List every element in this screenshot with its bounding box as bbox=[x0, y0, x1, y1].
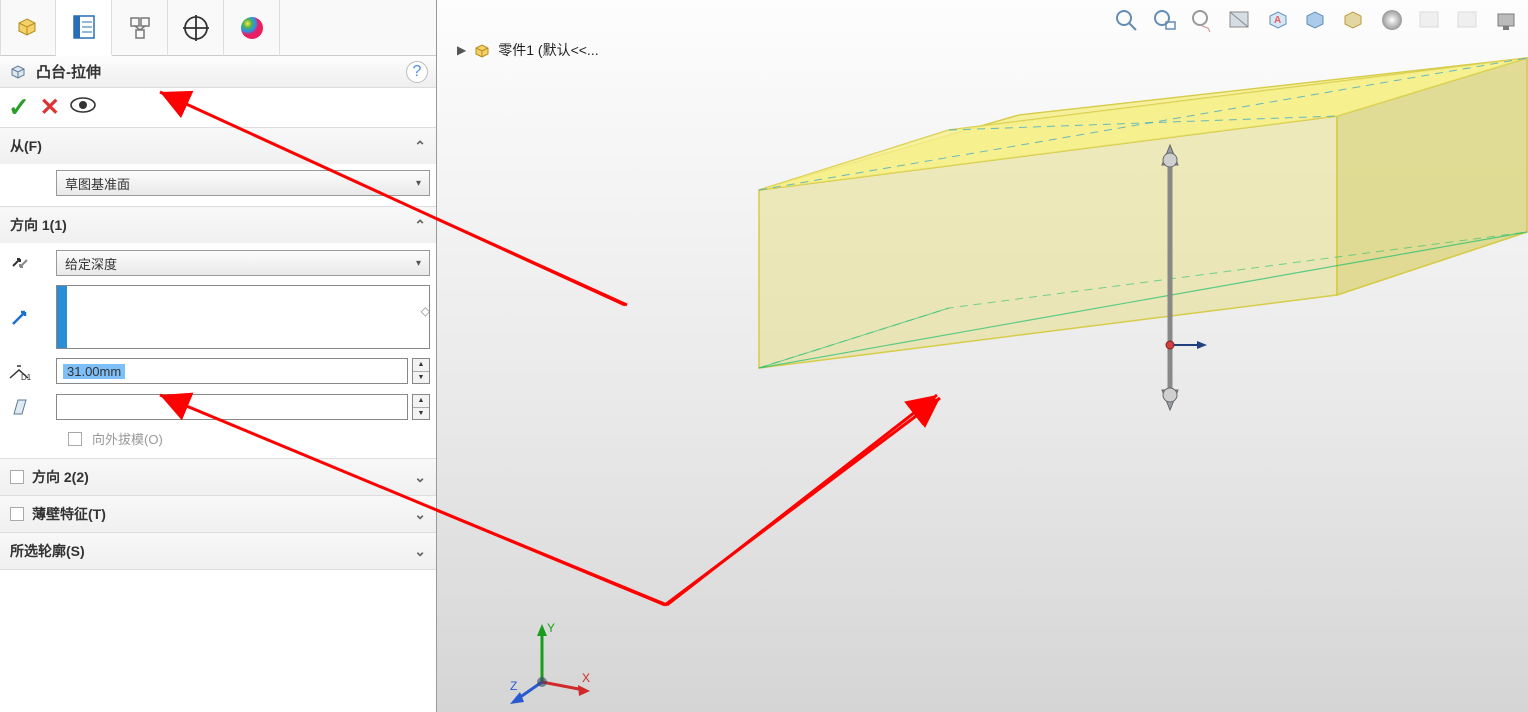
feature-title: 凸台-拉伸 bbox=[36, 61, 101, 82]
chevron-down-icon: ⌄ bbox=[414, 506, 426, 523]
reverse-direction-button[interactable] bbox=[6, 249, 34, 277]
extrude-icon bbox=[8, 61, 30, 83]
draft-outward-label: 向外拔模(O) bbox=[92, 429, 163, 448]
draft-input[interactable] bbox=[56, 394, 408, 420]
section-contours-header[interactable]: 所选轮廓(S) ⌄ bbox=[0, 533, 436, 569]
chevron-up-icon: ⌃ bbox=[414, 217, 426, 234]
pin-icon[interactable]: ◇ bbox=[421, 304, 430, 318]
direction-vector-icon bbox=[6, 303, 34, 331]
depth-icon: D1 bbox=[6, 357, 34, 385]
triad-z-label: Z bbox=[510, 679, 517, 693]
svg-text:D1: D1 bbox=[21, 373, 32, 382]
section-from-label: 从(F) bbox=[10, 136, 42, 156]
section-dir1-header[interactable]: 方向 1(1) ⌃ bbox=[0, 207, 436, 243]
section-dir1-label: 方向 1(1) bbox=[10, 215, 67, 235]
section-contours-label: 所选轮廓(S) bbox=[10, 541, 85, 561]
section-dir2-label: 方向 2(2) bbox=[32, 467, 89, 487]
chevron-down-icon: ⌄ bbox=[414, 543, 426, 560]
dir2-checkbox[interactable] bbox=[10, 470, 24, 484]
feature-header: 凸台-拉伸 ? bbox=[0, 56, 436, 88]
draft-outward-checkbox[interactable] bbox=[68, 432, 82, 446]
ok-button[interactable]: ✓ bbox=[8, 92, 30, 123]
tab-feature-tree[interactable] bbox=[0, 0, 56, 56]
graphics-viewport[interactable]: A ▶ 零件1 (默认<<... bbox=[437, 0, 1528, 712]
orientation-triad[interactable]: Y X Z bbox=[492, 612, 592, 712]
cancel-button[interactable]: ✕ bbox=[40, 93, 60, 122]
tab-config-manager[interactable] bbox=[112, 0, 168, 56]
tab-property-manager[interactable] bbox=[56, 0, 112, 56]
help-button[interactable]: ? bbox=[406, 61, 428, 83]
from-dropdown-value: 草图基准面 bbox=[65, 174, 130, 193]
tab-dimxpert[interactable] bbox=[168, 0, 224, 56]
action-row: ✓ ✕ bbox=[0, 88, 436, 128]
end-condition-value: 给定深度 bbox=[65, 254, 117, 273]
thin-checkbox[interactable] bbox=[10, 507, 24, 521]
triad-y-label: Y bbox=[547, 621, 555, 635]
section-thin-label: 薄壁特征(T) bbox=[32, 504, 106, 524]
section-dir2-header[interactable]: 方向 2(2) ⌄ bbox=[0, 459, 436, 495]
depth-spinner[interactable]: ▲▼ bbox=[412, 358, 430, 384]
tab-display-manager[interactable] bbox=[224, 0, 280, 56]
draft-spinner[interactable]: ▲▼ bbox=[412, 394, 430, 420]
draft-icon bbox=[6, 393, 34, 421]
from-dropdown[interactable]: 草图基准面 bbox=[56, 170, 430, 196]
depth-input[interactable]: 31.00mm bbox=[56, 358, 408, 384]
end-condition-dropdown[interactable]: 给定深度 bbox=[56, 250, 430, 276]
panel-tabs bbox=[0, 0, 436, 56]
property-manager-panel: 凸台-拉伸 ? ✓ ✕ 从(F) ⌃ 草图基准面 bbox=[0, 0, 437, 712]
depth-value: 31.00mm bbox=[63, 364, 125, 379]
section-thin-header[interactable]: 薄壁特征(T) ⌄ bbox=[0, 496, 436, 532]
preview-button[interactable] bbox=[70, 96, 96, 120]
direction-selection-box[interactable] bbox=[56, 285, 430, 349]
model-preview[interactable] bbox=[437, 0, 1528, 712]
section-from-header[interactable]: 从(F) ⌃ bbox=[0, 128, 436, 164]
triad-x-label: X bbox=[582, 671, 590, 685]
chevron-down-icon: ⌄ bbox=[414, 469, 426, 486]
chevron-up-icon: ⌃ bbox=[414, 138, 426, 155]
